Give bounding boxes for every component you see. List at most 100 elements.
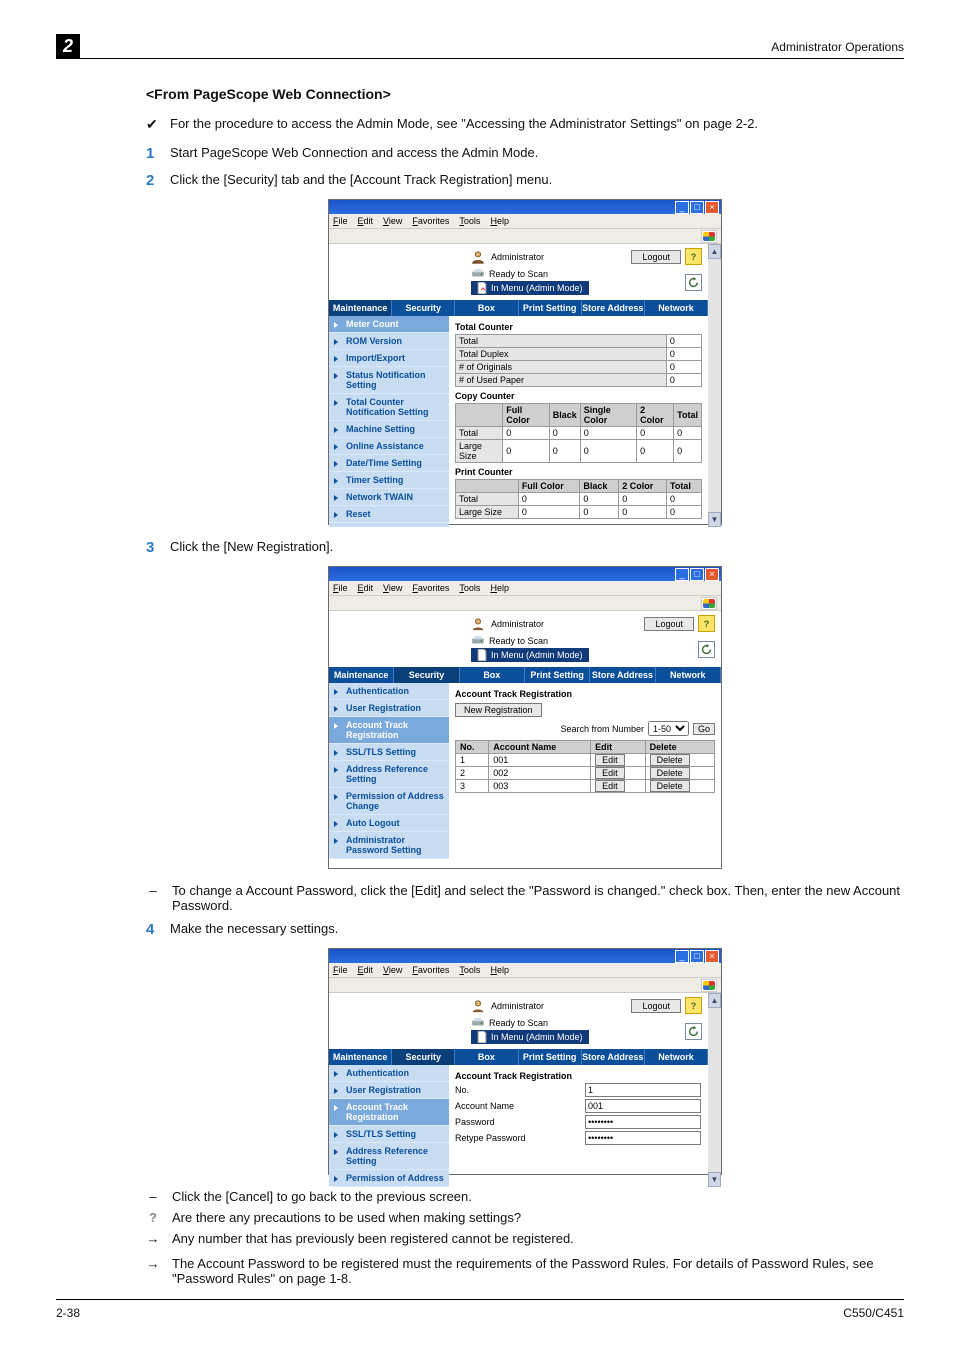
sidebar-item-address-reference[interactable]: Address Reference Setting: [329, 1143, 449, 1170]
sidebar-item-admin-password[interactable]: Administrator Password Setting: [329, 832, 449, 859]
retype-password-input[interactable]: [585, 1131, 701, 1145]
menu-view[interactable]: View: [383, 216, 402, 226]
account-name-input[interactable]: [585, 1099, 701, 1113]
scrollbar-3[interactable]: ▲▼: [708, 993, 721, 1187]
sidebar-item-timer-setting[interactable]: Timer Setting: [329, 472, 449, 489]
menu-view[interactable]: View: [383, 965, 402, 975]
scrollbar-1[interactable]: ▲▼: [708, 244, 721, 527]
sidebar-item-rom-version[interactable]: ROM Version: [329, 333, 449, 350]
sidebar-item-ssl-tls[interactable]: SSL/TLS Setting: [329, 1126, 449, 1143]
tab-box[interactable]: Box: [455, 300, 518, 316]
tab-store-address[interactable]: Store Address: [582, 1049, 645, 1065]
scroll-up-icon[interactable]: ▲: [708, 993, 721, 1008]
sidebar-item-address-reference[interactable]: Address Reference Setting: [329, 761, 449, 788]
tab-store-address[interactable]: Store Address: [582, 300, 645, 316]
maximize-icon[interactable]: □: [690, 568, 704, 581]
sidebar-item-auto-logout[interactable]: Auto Logout: [329, 815, 449, 832]
tab-maintenance[interactable]: Maintenance: [329, 300, 392, 316]
sidebar-item-online-assistance[interactable]: Online Assistance: [329, 438, 449, 455]
tab-security[interactable]: Security: [394, 667, 459, 683]
edit-button[interactable]: Edit: [595, 780, 625, 792]
menu-edit[interactable]: Edit: [358, 583, 374, 593]
printer-icon: [471, 269, 485, 279]
menu-tools[interactable]: Tools: [459, 583, 480, 593]
refresh-icon[interactable]: [685, 1023, 702, 1040]
sidebar-item-import-export[interactable]: Import/Export: [329, 350, 449, 367]
tab-box[interactable]: Box: [455, 1049, 518, 1065]
tab-print-setting[interactable]: Print Setting: [519, 300, 582, 316]
tab-security[interactable]: Security: [392, 1049, 455, 1065]
sidebar-item-date-time[interactable]: Date/Time Setting: [329, 455, 449, 472]
search-range-select[interactable]: 1-50: [648, 721, 689, 736]
menu-favorites[interactable]: Favorites: [412, 583, 449, 593]
sidebar-item-user-registration[interactable]: User Registration: [329, 700, 449, 717]
tab-network[interactable]: Network: [656, 667, 721, 683]
new-registration-button[interactable]: New Registration: [455, 703, 542, 717]
scroll-down-icon[interactable]: ▼: [708, 1172, 721, 1187]
sidebar-item-permission-address-change[interactable]: Permission of Address Change: [329, 788, 449, 815]
help-icon[interactable]: ?: [685, 248, 702, 265]
menu-favorites[interactable]: Favorites: [412, 216, 449, 226]
tab-box[interactable]: Box: [460, 667, 525, 683]
logout-button[interactable]: Logout: [631, 999, 681, 1013]
sidebar-item-authentication[interactable]: Authentication: [329, 683, 449, 700]
sidebar-item-status-notification[interactable]: Status Notification Setting: [329, 367, 449, 394]
help-icon[interactable]: ?: [685, 997, 702, 1014]
logout-button[interactable]: Logout: [631, 250, 681, 264]
sidebar-item-reset[interactable]: Reset: [329, 506, 449, 523]
sidebar-item-account-track-registration[interactable]: Account Track Registration: [329, 717, 449, 744]
sidebar-item-network-twain[interactable]: Network TWAIN: [329, 489, 449, 506]
refresh-icon[interactable]: [698, 641, 715, 658]
tab-print-setting[interactable]: Print Setting: [519, 1049, 582, 1065]
sidebar-item-permission-address[interactable]: Permission of Address: [329, 1170, 449, 1187]
password-input[interactable]: [585, 1115, 701, 1129]
minimize-icon[interactable]: _: [675, 950, 689, 963]
close-icon[interactable]: ×: [705, 568, 719, 581]
screenshot-3: _□× File Edit View Favorites Tools Help …: [328, 948, 722, 1175]
no-input[interactable]: [585, 1083, 701, 1097]
delete-button[interactable]: Delete: [650, 780, 690, 792]
edit-button[interactable]: Edit: [595, 767, 625, 779]
menu-file[interactable]: File: [333, 583, 348, 593]
sidebar-item-ssl-tls[interactable]: SSL/TLS Setting: [329, 744, 449, 761]
menu-favorites[interactable]: Favorites: [412, 965, 449, 975]
refresh-icon[interactable]: [685, 274, 702, 291]
menu-view[interactable]: View: [383, 583, 402, 593]
go-button[interactable]: Go: [693, 723, 715, 735]
menu-tools[interactable]: Tools: [459, 216, 480, 226]
menu-help[interactable]: Help: [490, 583, 509, 593]
scroll-down-icon[interactable]: ▼: [708, 512, 721, 527]
scroll-up-icon[interactable]: ▲: [708, 244, 721, 259]
minimize-icon[interactable]: _: [675, 568, 689, 581]
menu-help[interactable]: Help: [490, 965, 509, 975]
sidebar-item-total-counter-notification[interactable]: Total Counter Notification Setting: [329, 394, 449, 421]
menu-file[interactable]: File: [333, 965, 348, 975]
close-icon[interactable]: ×: [705, 950, 719, 963]
edit-button[interactable]: Edit: [595, 754, 625, 766]
menu-edit[interactable]: Edit: [358, 965, 374, 975]
maximize-icon[interactable]: □: [690, 950, 704, 963]
delete-button[interactable]: Delete: [650, 767, 690, 779]
tab-print-setting[interactable]: Print Setting: [525, 667, 590, 683]
logout-button[interactable]: Logout: [644, 617, 694, 631]
tab-maintenance[interactable]: Maintenance: [329, 1049, 392, 1065]
sidebar-item-account-track-registration[interactable]: Account Track Registration: [329, 1099, 449, 1126]
tab-network[interactable]: Network: [645, 300, 708, 316]
maximize-icon[interactable]: □: [690, 201, 704, 214]
minimize-icon[interactable]: _: [675, 201, 689, 214]
sidebar-item-authentication[interactable]: Authentication: [329, 1065, 449, 1082]
sidebar-item-user-registration[interactable]: User Registration: [329, 1082, 449, 1099]
tab-store-address[interactable]: Store Address: [590, 667, 655, 683]
help-icon[interactable]: ?: [698, 615, 715, 632]
sidebar-item-machine-setting[interactable]: Machine Setting: [329, 421, 449, 438]
menu-tools[interactable]: Tools: [459, 965, 480, 975]
delete-button[interactable]: Delete: [650, 754, 690, 766]
close-icon[interactable]: ×: [705, 201, 719, 214]
sidebar-item-meter-count[interactable]: Meter Count: [329, 316, 449, 333]
tab-network[interactable]: Network: [645, 1049, 708, 1065]
menu-file[interactable]: File: [333, 216, 348, 226]
tab-security[interactable]: Security: [392, 300, 455, 316]
menu-edit[interactable]: Edit: [358, 216, 374, 226]
menu-help[interactable]: Help: [490, 216, 509, 226]
tab-maintenance[interactable]: Maintenance: [329, 667, 394, 683]
